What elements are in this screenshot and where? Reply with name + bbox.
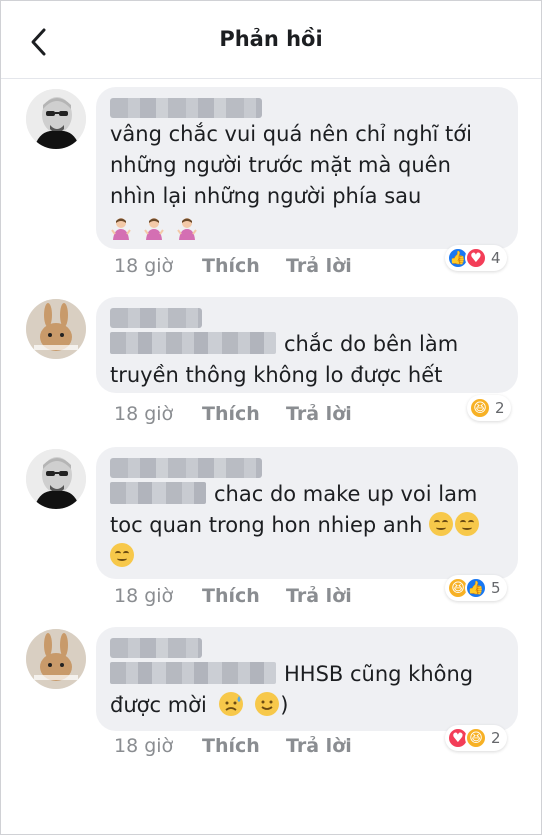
comment-bubble[interactable]: chac do make up voi lam toc quan trong h… [96,447,518,579]
like-button[interactable]: Thích [202,403,260,425]
comment-text-line: truyền thông không lo được hết [110,363,443,387]
timestamp: 18 giờ [114,585,174,607]
person-shrugging-icon [111,218,131,240]
comment-text-line: HHSB cũng không [284,662,474,686]
mention-blurred[interactable] [110,332,276,354]
comment-bubble[interactable]: HHSB cũng không được mời ) [96,627,518,731]
laughing-face-icon: 😆 [465,727,487,749]
comment-text-line: được mời [110,693,207,717]
comment-text-line: nhìn lại những người phía sau [110,184,422,208]
timestamp: 18 giờ [114,255,174,277]
reply-button[interactable]: Trả lời [286,403,352,425]
avatar[interactable] [26,449,86,509]
person-shrugging-icon [144,218,164,240]
like-button[interactable]: Thích [202,585,260,607]
reply-button[interactable]: Trả lời [286,735,352,757]
timestamp: 18 giờ [114,403,174,425]
comment-text-line: vâng chắc vui quá nên chỉ nghĩ tới [110,122,472,146]
slightly-smiling-face-icon [255,692,280,716]
heart-icon: ♥ [465,247,487,269]
thumbs-up-icon: 👍 [465,577,487,599]
author-name-blurred[interactable] [110,307,202,328]
mention-blurred[interactable] [110,482,206,504]
reaction-count: 4 [491,249,501,267]
avatar[interactable] [26,629,86,689]
comment-text-line: chac do make up voi lam [214,482,478,506]
comment-text: chắc do bên làm truyền thông không lo đư… [110,329,504,391]
comment-bubble[interactable]: vâng chắc vui quá nên chỉ nghĩ tới những… [96,87,518,249]
comment-text: vâng chắc vui quá nên chỉ nghĩ tới những… [110,119,504,212]
relieved-face-icon [429,512,454,536]
reaction-count: 2 [491,729,501,747]
sad-sweat-face-icon [218,692,243,716]
comment-text: chac do make up voi lam toc quan trong h… [110,479,504,572]
comment-text-line: chắc do bên làm [284,332,459,356]
timestamp: 18 giờ [114,735,174,757]
top-bar: Phản hồi [1,1,541,79]
avatar-rabbit-icon [26,299,86,359]
page-title: Phản hồi [219,27,323,51]
reaction-summary[interactable]: 😆 2 [467,395,511,421]
author-name-blurred[interactable] [110,97,262,118]
comment-text: HHSB cũng không được mời ) [110,659,504,721]
laughing-face-icon: 😆 [469,397,491,419]
relieved-face-icon [455,512,480,536]
reaction-count: 2 [495,399,505,417]
like-button[interactable]: Thích [202,735,260,757]
comment-bubble[interactable]: chắc do bên làm truyền thông không lo đư… [96,297,518,393]
reaction-count: 5 [491,579,501,597]
avatar[interactable] [26,299,86,359]
avatar-rabbit-icon [26,629,86,689]
like-button[interactable]: Thích [202,255,260,277]
author-name-blurred[interactable] [110,457,262,478]
reaction-summary[interactable]: ♥ 😆 2 [445,725,507,751]
relieved-face-icon [110,543,134,567]
person-shrugging-icon [177,218,197,240]
comment-text-suffix: ) [280,693,289,717]
reaction-summary[interactable]: 👍 ♥ 4 [445,245,507,271]
reply-button[interactable]: Trả lời [286,255,352,277]
author-name-blurred[interactable] [110,637,202,658]
comment-text-line: những người trước mặt mà quên [110,153,451,177]
reaction-summary[interactable]: 😆 👍 5 [445,575,507,601]
comment-text-line: toc quan trong hon nhiep anh [110,513,423,537]
avatar-man-icon [26,449,86,509]
mention-blurred[interactable] [110,662,276,684]
reply-button[interactable]: Trả lời [286,585,352,607]
avatar-man-icon [26,89,86,149]
avatar[interactable] [26,89,86,149]
